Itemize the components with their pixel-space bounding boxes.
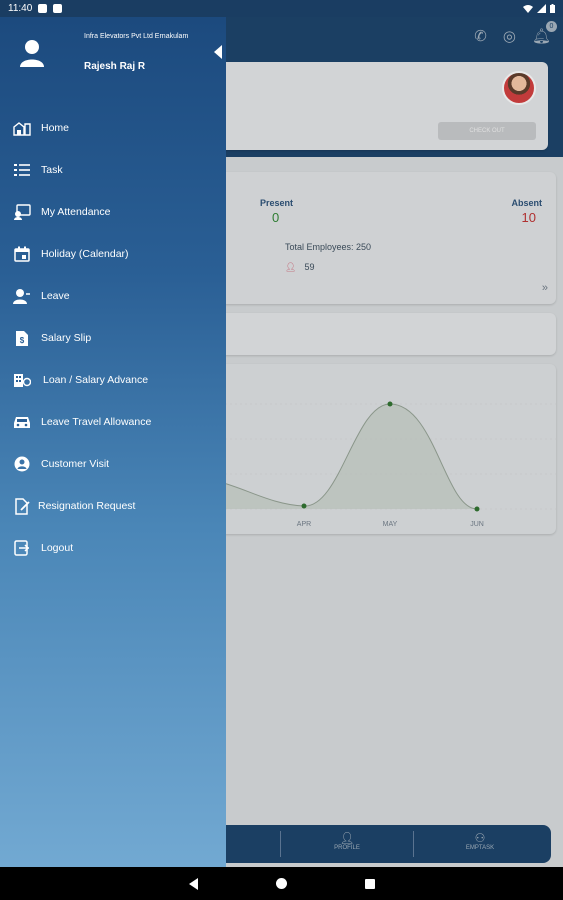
check-out-button[interactable]: CHECK OUT bbox=[438, 122, 536, 140]
whatsapp-icon[interactable]: ◎ bbox=[503, 27, 516, 45]
user-name: Rajesh Raj R bbox=[84, 61, 146, 72]
bottom-nav: 👤︎ PROFILE ⚇ EMPTASK bbox=[190, 825, 551, 863]
menu-item-home[interactable]: Home bbox=[0, 107, 226, 149]
system-nav-bar bbox=[0, 867, 563, 900]
menu-item-label: Resignation Request bbox=[38, 500, 136, 512]
attendance-icon bbox=[12, 202, 32, 222]
resignation-icon bbox=[12, 496, 32, 516]
blank-card bbox=[190, 313, 556, 355]
menu-item-logout[interactable]: Logout bbox=[0, 527, 226, 569]
menu-item-loan-salary-advance[interactable]: Loan / Salary Advance bbox=[0, 359, 226, 401]
phone-icon[interactable]: ✆ bbox=[474, 27, 487, 45]
menu-item-salary-slip[interactable]: $ Salary Slip bbox=[0, 317, 226, 359]
nav-emptask-label: EMPTASK bbox=[465, 845, 495, 851]
bell-icon[interactable]: 🔔︎ 0 bbox=[532, 21, 557, 45]
leave-icon bbox=[12, 286, 32, 306]
menu-item-label: Customer Visit bbox=[41, 458, 110, 470]
chart-label-jun: JUN bbox=[470, 521, 484, 528]
recent-apps-icon[interactable] bbox=[364, 878, 375, 889]
chart-point-apr bbox=[301, 503, 307, 509]
home-button-icon[interactable] bbox=[275, 878, 287, 889]
absent-value: 10 bbox=[521, 210, 536, 225]
menu-item-label: Task bbox=[41, 164, 63, 176]
notification-badge: 0 bbox=[546, 21, 557, 32]
menu-item-leave[interactable]: Leave bbox=[0, 275, 226, 317]
chart-point-may bbox=[387, 401, 393, 407]
menu-item-holiday-calendar[interactable]: Holiday (Calendar) bbox=[0, 233, 226, 275]
menu-item-label: My Attendance bbox=[41, 206, 111, 218]
present-label: Present bbox=[260, 198, 294, 208]
menu-item-customer-visit[interactable]: Customer Visit bbox=[0, 443, 226, 485]
battery-icon bbox=[550, 4, 555, 13]
status-bar: 11:40 bbox=[0, 0, 563, 17]
loan-icon bbox=[12, 370, 32, 390]
absent-label: Absent bbox=[511, 198, 542, 208]
nav-divider bbox=[280, 831, 281, 857]
users-row: 👤︎ 59 bbox=[285, 262, 314, 273]
nav-divider bbox=[413, 831, 414, 857]
task-list-icon bbox=[12, 160, 32, 180]
chart-label-may: MAY bbox=[383, 521, 398, 528]
nav-emptask[interactable]: ⚇ EMPTASK bbox=[440, 831, 520, 851]
present-value: 0 bbox=[272, 210, 280, 225]
menu-item-resignation-request[interactable]: Resignation Request bbox=[0, 485, 226, 527]
chart-point-jun bbox=[474, 506, 480, 512]
company-name: Infra Elevators Pvt Ltd Ernakulam bbox=[84, 33, 189, 40]
total-employees: Total Employees: 250 bbox=[285, 242, 372, 252]
menu-item-label: Loan / Salary Advance bbox=[43, 374, 149, 386]
status-time: 11:40 bbox=[8, 3, 33, 14]
menu-item-my-attendance[interactable]: My Attendance bbox=[0, 191, 226, 233]
home-icon bbox=[12, 118, 32, 138]
customer-visit-icon bbox=[12, 454, 32, 474]
menu-item-label: Leave bbox=[41, 290, 70, 302]
person-icon: 👤︎ bbox=[339, 831, 355, 845]
menu-item-label: Holiday (Calendar) bbox=[41, 248, 129, 260]
car-icon bbox=[12, 412, 32, 432]
profile-photo bbox=[502, 71, 536, 105]
navigation-drawer: Infra Elevators Pvt Ltd Ernakulam Rajesh… bbox=[0, 17, 226, 867]
attendance-chart-card: APR MAY JUN bbox=[190, 364, 556, 534]
attendance-card: Present 0 Absent 10 Total Employees: 250… bbox=[190, 172, 556, 304]
chart-area bbox=[190, 404, 477, 509]
salary-slip-icon: $ bbox=[12, 328, 32, 348]
user-avatar-icon bbox=[20, 40, 44, 67]
menu-item-label: Home bbox=[41, 122, 70, 134]
chart-label-apr: APR bbox=[297, 521, 311, 528]
menu-item-label: Logout bbox=[41, 542, 74, 554]
logout-icon bbox=[12, 538, 32, 558]
attendance-chart: APR MAY JUN bbox=[190, 401, 556, 528]
menu-item-label: Salary Slip bbox=[41, 332, 92, 344]
nav-profile[interactable]: 👤︎ PROFILE bbox=[307, 831, 387, 851]
wifi-icon bbox=[523, 5, 533, 13]
notification-icon bbox=[38, 4, 48, 13]
svg-text:$: $ bbox=[20, 336, 25, 345]
calendar-icon bbox=[12, 244, 32, 264]
menu-item-leave-travel-allowance[interactable]: Leave Travel Allowance bbox=[0, 401, 226, 443]
drawer-menu: Home Task My Attendance Holiday (Calenda… bbox=[0, 107, 226, 569]
nav-profile-label: PROFILE bbox=[334, 845, 360, 851]
menu-item-label: Leave Travel Allowance bbox=[41, 416, 152, 428]
drawer-header: Infra Elevators Pvt Ltd Ernakulam Rajesh… bbox=[0, 17, 226, 87]
users-icon: 👤︎ bbox=[285, 262, 297, 272]
collapse-arrow-icon[interactable] bbox=[214, 45, 222, 59]
people-icon: ⚇ bbox=[474, 831, 486, 845]
profile-card: CHECK OUT bbox=[190, 62, 548, 150]
menu-item-task[interactable]: Task bbox=[0, 149, 226, 191]
users-count: 59 bbox=[304, 262, 315, 272]
double-chevron-right-icon[interactable]: » bbox=[542, 282, 548, 294]
signal-icon bbox=[537, 4, 546, 13]
sim-icon bbox=[53, 4, 63, 13]
back-icon[interactable] bbox=[188, 877, 198, 890]
